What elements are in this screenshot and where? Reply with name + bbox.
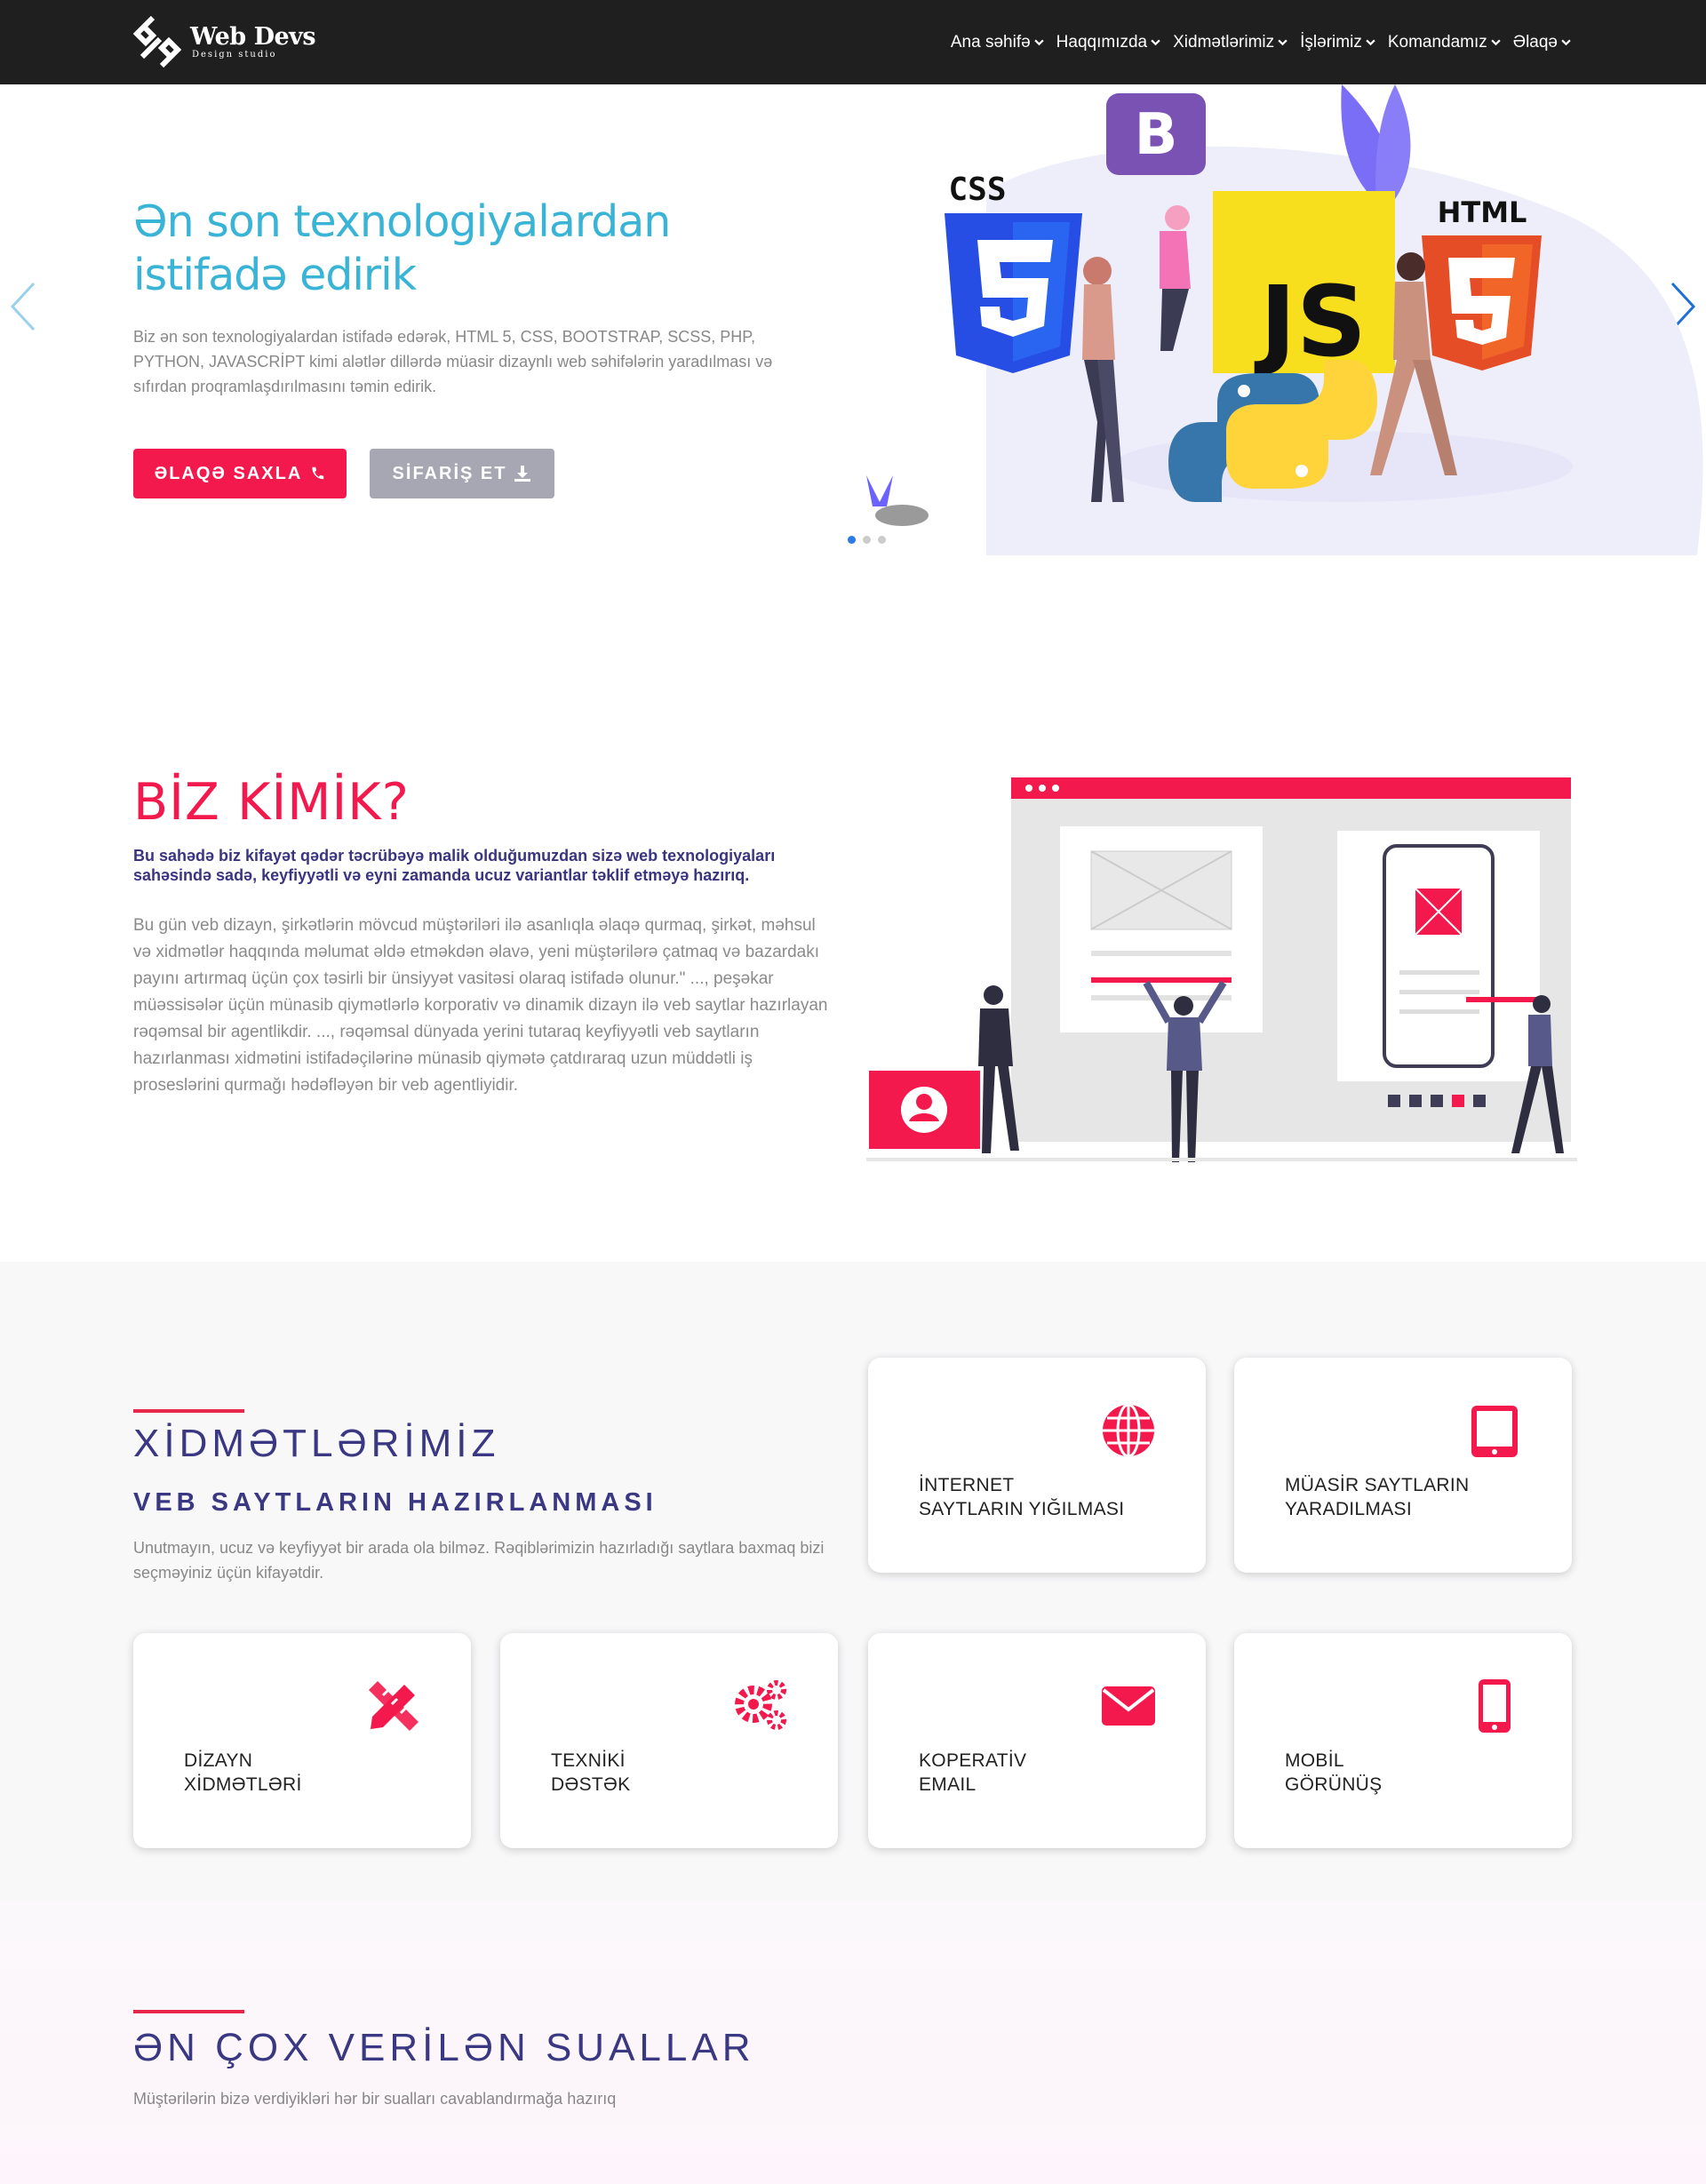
service-card-corporate-email[interactable]: KOPERATİV EMAIL xyxy=(868,1633,1206,1848)
design-tools-icon xyxy=(369,1681,419,1731)
nav-label: İşlərimiz xyxy=(1300,32,1362,52)
chevron-down-icon xyxy=(1278,39,1287,46)
chevron-down-icon xyxy=(1491,39,1501,46)
service-card-label: DİZAYN XİDMƏTLƏRİ xyxy=(184,1750,302,1795)
order-button-label: SİFARİŞ ET xyxy=(392,463,507,483)
faq-section: ƏN ÇOX VERİLƏN SUALLAR Müştərilərin bizə… xyxy=(0,1901,1706,2184)
hero-carousel: Ən son texnologiyalardan istifadə edirik… xyxy=(0,84,1706,555)
bootstrap-logo: B xyxy=(1135,102,1178,168)
nav-label: Ana səhifə xyxy=(950,32,1031,52)
web-design-illustration xyxy=(866,777,1577,1162)
service-card-label: MÜASİR SAYTLARIN YARADILMASI xyxy=(1285,1475,1470,1519)
chevron-down-icon xyxy=(1033,39,1044,46)
gears-icon xyxy=(735,1680,786,1730)
download-icon xyxy=(514,466,531,482)
nav-item-about[interactable]: Haqqımızda xyxy=(1056,33,1160,52)
nav-item-home[interactable]: Ana səhifə xyxy=(951,33,1044,52)
nav-label: Komandamız xyxy=(1387,32,1487,52)
services-title: XİDMƏTLƏRİMİZ xyxy=(133,1422,500,1465)
faq-title: ƏN ÇOX VERİLƏN SUALLAR xyxy=(133,2026,755,2069)
service-card-tech-support[interactable]: TEXNİKİ DƏSTƏK xyxy=(500,1633,838,1848)
tech-illustration: B CSS JS HTML xyxy=(866,84,1703,555)
chevron-down-icon xyxy=(1151,39,1160,46)
about-title: BİZ KİMİK? xyxy=(133,773,410,832)
hero-title: Ən son texnologiyalardan istifadə edirik xyxy=(133,196,671,300)
section-divider xyxy=(133,1409,244,1413)
services-description: Unutmayın, ucuz və keyfiyyət bir arada o… xyxy=(133,1539,825,1582)
order-button[interactable]: SİFARİŞ ET xyxy=(370,449,554,498)
chevron-down-icon xyxy=(1561,39,1571,46)
service-card-internet-sites[interactable]: İNTERNET SAYTLARIN YIĞILMASI xyxy=(868,1358,1206,1573)
brand-name: Web Devs xyxy=(190,22,316,51)
brand-logo[interactable]: Web Devs Design studio xyxy=(133,14,316,69)
service-card-mobile-view[interactable]: MOBİL GÖRÜNÜŞ xyxy=(1234,1633,1572,1848)
faq-description: Müştərilərin bizə verdiyikləri hər bir s… xyxy=(133,2090,617,2108)
phone-icon xyxy=(312,466,324,480)
section-divider xyxy=(133,2010,244,2013)
nav-item-team[interactable]: Komandamız xyxy=(1388,33,1501,52)
nav-label: Əlaqə xyxy=(1512,32,1558,52)
about-lead: Bu sahədə biz kifayət qədər təcrübəyə ma… xyxy=(133,847,776,884)
service-card-modern-sites[interactable]: MÜASİR SAYTLARIN YARADILMASI xyxy=(1234,1358,1572,1573)
nav-item-contact[interactable]: Əlaqə xyxy=(1513,33,1571,52)
service-card-design[interactable]: DİZAYN XİDMƏTLƏRİ xyxy=(133,1633,471,1848)
service-card-label: MOBİL GÖRÜNÜŞ xyxy=(1285,1750,1383,1795)
tablet-icon xyxy=(1471,1406,1518,1457)
service-card-label: İNTERNET SAYTLARIN YIĞILMASI xyxy=(919,1475,1125,1519)
service-card-label: TEXNİKİ DƏSTƏK xyxy=(551,1750,631,1795)
nav-label: Xidmətlərimiz xyxy=(1173,32,1275,52)
nav-label: Haqqımızda xyxy=(1056,32,1148,52)
nav-item-services[interactable]: Xidmətlərimiz xyxy=(1173,33,1287,52)
carousel-prev-icon[interactable] xyxy=(7,280,37,333)
services-section: XİDMƏTLƏRİMİZ VEB SAYTLARIN HAZIRLANMASI… xyxy=(0,1262,1706,1901)
html-label: HTML xyxy=(1438,195,1527,229)
hero-description: Biz ən son texnologiyalardan istifadə ed… xyxy=(133,328,773,395)
about-text: Bu gün veb dizayn, şirkətlərin mövcud mü… xyxy=(133,916,828,1095)
envelope-icon xyxy=(1102,1686,1155,1726)
mobile-icon xyxy=(1479,1679,1511,1733)
contact-button[interactable]: ƏLAQƏ SAXLA xyxy=(133,449,347,498)
top-navbar: Web Devs Design studio Ana səhifə Haqqım… xyxy=(0,0,1706,84)
logo-mark-icon xyxy=(133,15,181,68)
nav-item-works[interactable]: İşlərimiz xyxy=(1300,33,1375,52)
globe-icon xyxy=(1103,1403,1154,1458)
services-subtitle: VEB SAYTLARIN HAZIRLANMASI xyxy=(133,1488,658,1517)
service-card-label: KOPERATİV EMAIL xyxy=(919,1750,1027,1795)
css-label: CSS xyxy=(948,171,1006,208)
brand-tagline: Design studio xyxy=(192,49,277,60)
brand-text: Web Devs Design studio xyxy=(190,22,316,60)
chevron-down-icon xyxy=(1366,39,1375,46)
main-menu: Ana səhifə Haqqımızda Xidmətlərimiz İşlə… xyxy=(951,0,1571,84)
contact-button-label: ƏLAQƏ SAXLA xyxy=(154,463,303,483)
